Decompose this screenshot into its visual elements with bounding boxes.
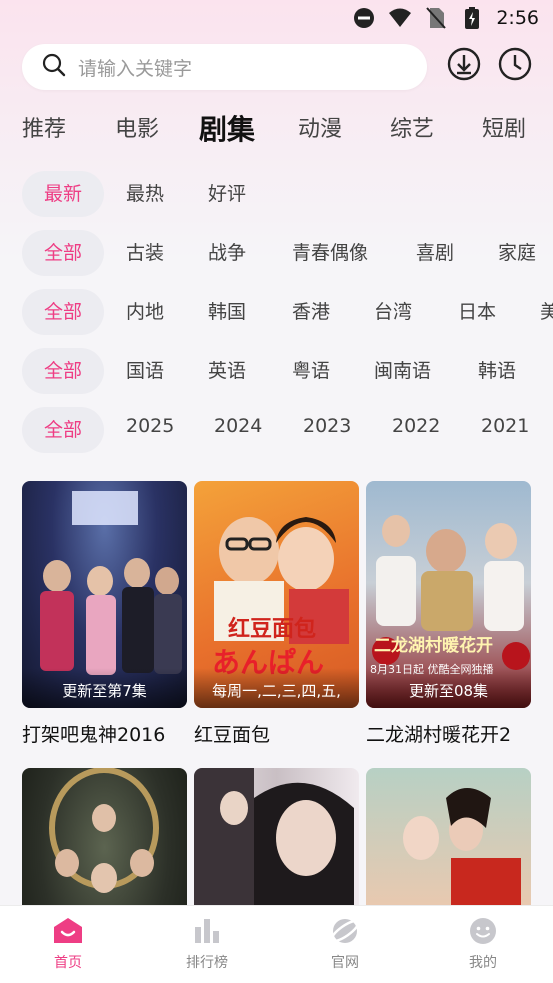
poster-image[interactable]: 红豆面包 あんぱん 每周一,二,三,四,五,	[194, 481, 359, 708]
video-card[interactable]: 更新至第7集 打架吧鬼神2016	[22, 481, 187, 747]
filter-sort-rated[interactable]: 好评	[208, 171, 246, 217]
battery-icon	[460, 6, 484, 30]
filter-region-hongkong[interactable]: 香港	[292, 289, 330, 335]
nav-ranking[interactable]: 排行榜	[167, 916, 247, 972]
download-button[interactable]	[447, 47, 481, 85]
filter-year-2023[interactable]: 2023	[303, 407, 351, 449]
episode-caption: 更新至第7集	[22, 668, 187, 708]
poster-image[interactable]: 更新至第7集	[22, 481, 187, 708]
genre-filter-row: 全部 古装 战争 青春偶像 喜剧 家庭	[0, 230, 553, 276]
nav-official[interactable]: 官网	[305, 916, 385, 972]
nav-profile[interactable]: 我的	[443, 916, 523, 972]
filter-lang-korean[interactable]: 韩语	[478, 348, 516, 394]
nav-home[interactable]: 首页	[28, 916, 108, 972]
language-filter-row: 全部 国语 英语 粤语 闽南语 韩语	[0, 348, 553, 394]
region-filter-row: 全部 内地 韩国 香港 台湾 日本 美	[0, 289, 553, 335]
filter-lang-mandarin[interactable]: 国语	[126, 348, 164, 394]
video-card[interactable]: 红豆面包 あんぱん 每周一,二,三,四,五, 红豆面包	[194, 481, 359, 747]
filter-year-2025[interactable]: 2025	[126, 407, 174, 449]
poster-title: 二龙湖村暖花开	[374, 636, 493, 656]
filter-year-all[interactable]: 全部	[22, 407, 104, 453]
filter-sort-hot[interactable]: 最热	[126, 171, 164, 217]
filter-year-2024[interactable]: 2024	[214, 407, 262, 449]
filter-genre-war[interactable]: 战争	[208, 230, 246, 276]
do-not-disturb-icon	[352, 6, 376, 30]
status-bar: 2:56	[0, 0, 553, 38]
wifi-icon	[388, 6, 412, 30]
tab-variety[interactable]: 综艺	[390, 108, 434, 152]
search-input[interactable]: 请输入关键字	[22, 44, 427, 90]
episode-caption: 每周一,二,三,四,五,	[194, 668, 359, 708]
filter-year-2021[interactable]: 2021	[481, 407, 529, 449]
video-card[interactable]: 二龙湖村暖花开 8月31日起 优酷全网独播 更新至08集 二龙湖村暖花开2	[366, 481, 531, 747]
filter-region-japan[interactable]: 日本	[458, 289, 496, 335]
episode-caption: 更新至08集	[366, 668, 531, 708]
tab-series[interactable]: 剧集	[199, 108, 255, 152]
filter-sort-latest[interactable]: 最新	[22, 171, 104, 217]
filter-genre-all[interactable]: 全部	[22, 230, 104, 276]
poster-title-cn: 红豆面包	[228, 617, 317, 642]
bar-chart-icon	[192, 916, 222, 946]
filter-genre-youth[interactable]: 青春偶像	[292, 230, 368, 276]
tab-movies[interactable]: 电影	[115, 108, 159, 152]
status-icons: 2:56	[352, 6, 539, 30]
search-placeholder: 请输入关键字	[78, 57, 193, 80]
history-button[interactable]	[498, 47, 532, 85]
nav-official-label: 官网	[331, 955, 359, 971]
filter-lang-minnan[interactable]: 闽南语	[374, 348, 431, 394]
planet-icon	[330, 916, 360, 946]
year-filter-row: 全部 2025 2024 2023 2022 2021	[0, 407, 553, 453]
filter-region-taiwan[interactable]: 台湾	[374, 289, 412, 335]
filter-year-2022[interactable]: 2022	[392, 407, 440, 449]
tab-recommend[interactable]: 推荐	[22, 108, 66, 152]
filter-region-mainland[interactable]: 内地	[126, 289, 164, 335]
search-icon	[42, 53, 66, 81]
clock-icon	[498, 47, 532, 85]
card-title[interactable]: 二龙湖村暖花开2	[366, 720, 531, 747]
filter-lang-english[interactable]: 英语	[208, 348, 246, 394]
filter-region-korea[interactable]: 韩国	[208, 289, 246, 335]
filter-lang-all[interactable]: 全部	[22, 348, 104, 394]
nav-ranking-label: 排行榜	[186, 955, 228, 971]
filter-genre-comedy[interactable]: 喜剧	[416, 230, 454, 276]
no-sim-icon	[424, 6, 448, 30]
bottom-nav: 首页 排行榜 官网 我的	[0, 905, 553, 983]
home-icon	[53, 916, 83, 946]
card-title[interactable]: 红豆面包	[194, 720, 359, 747]
status-time: 2:56	[496, 7, 539, 29]
nav-home-label: 首页	[54, 955, 82, 971]
card-title[interactable]: 打架吧鬼神2016	[22, 720, 187, 747]
filter-genre-family[interactable]: 家庭	[498, 230, 536, 276]
download-icon	[447, 47, 481, 85]
category-tabs: 推荐 电影 剧集 动漫 综艺 短剧	[0, 108, 553, 152]
filter-lang-cantonese[interactable]: 粤语	[292, 348, 330, 394]
filter-genre-costume[interactable]: 古装	[126, 230, 164, 276]
filter-region-all[interactable]: 全部	[22, 289, 104, 335]
sort-filter-row: 最新 最热 好评	[0, 171, 553, 217]
filter-region-usa[interactable]: 美	[540, 289, 553, 335]
poster-image[interactable]: 二龙湖村暖花开 8月31日起 优酷全网独播 更新至08集	[366, 481, 531, 708]
nav-profile-label: 我的	[469, 955, 497, 971]
tab-short-drama[interactable]: 短剧	[482, 108, 526, 152]
tab-anime[interactable]: 动漫	[298, 108, 342, 152]
smiley-icon	[468, 916, 498, 946]
